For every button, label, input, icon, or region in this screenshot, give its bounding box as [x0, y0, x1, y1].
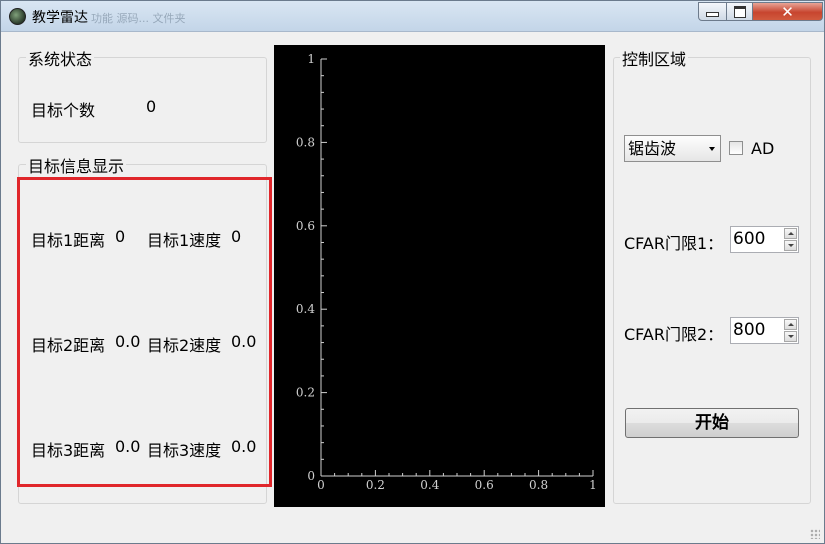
target2-speed-value: 0.0	[231, 332, 257, 351]
x-tick-label: 0	[317, 478, 325, 492]
y-tick-label: 0.6	[296, 219, 315, 233]
radar-plot[interactable]: 0 0.2 0.4 0.6 0.8 1 0 0.2 0.4 0.6 0.8 1	[274, 45, 605, 507]
target1-distance-value: 0	[115, 227, 126, 246]
close-icon: ✕	[781, 2, 794, 21]
y-tick-label: 0.8	[296, 135, 315, 149]
x-tick-label: 0.4	[420, 478, 439, 492]
start-button[interactable]: 开始	[625, 408, 799, 438]
cfar2-down-icon[interactable]	[784, 331, 797, 342]
maximize-icon	[733, 5, 746, 18]
target3-distance-value: 0.0	[115, 437, 141, 456]
x-tick-label: 1	[589, 478, 597, 492]
target3-distance-label: 目标3距离	[31, 441, 106, 460]
target2-distance-value: 0.0	[115, 332, 141, 351]
close-button[interactable]: ✕	[752, 2, 823, 21]
control-title: 控制区域	[620, 46, 689, 70]
waveform-select-value: 锯齿波	[628, 139, 677, 158]
main-window: 教学雷达 功能 源码... 文件夹 ✕ 系统状态 目标个数 0 目标信息显示 目…	[0, 0, 825, 544]
dropdown-arrow-icon	[709, 147, 715, 151]
cfar2-label: CFAR门限2：	[624, 325, 724, 344]
ad-checkbox-label: AD	[751, 139, 775, 158]
cfar1-up-icon[interactable]	[784, 228, 797, 239]
maximize-button[interactable]	[726, 2, 753, 21]
title-bar[interactable]: 教学雷达 功能 源码... 文件夹 ✕	[1, 1, 824, 32]
radar-app-icon	[9, 8, 26, 25]
window-title: 教学雷达	[32, 10, 88, 26]
target-count-value: 0	[146, 97, 157, 116]
ad-checkbox[interactable]	[729, 141, 743, 155]
target2-distance-label: 目标2距离	[31, 336, 106, 355]
target1-distance-label: 目标1距离	[31, 231, 106, 250]
target-count-label: 目标个数	[31, 101, 96, 120]
target3-speed-value: 0.0	[231, 437, 257, 456]
resize-grip-icon[interactable]	[810, 529, 820, 539]
x-tick-label: 0.6	[475, 478, 494, 492]
target1-speed-value: 0	[231, 227, 242, 246]
cfar2-spinbox[interactable]: 800	[730, 317, 799, 344]
waveform-select[interactable]: 锯齿波	[624, 135, 721, 162]
y-tick-label: 0.4	[296, 302, 315, 316]
system-status-title: 系统状态	[26, 46, 95, 70]
radar-plot-svg: 0 0.2 0.4 0.6 0.8 1 0 0.2 0.4 0.6 0.8 1	[296, 52, 597, 492]
background-window-text: 功能 源码... 文件夹	[91, 12, 186, 25]
cfar2-up-icon[interactable]	[784, 319, 797, 330]
cfar2-value: 800	[733, 320, 766, 340]
y-tick-label: 1	[307, 52, 315, 66]
cfar1-down-icon[interactable]	[784, 240, 797, 251]
target3-speed-label: 目标3速度	[147, 441, 222, 460]
minimize-icon	[706, 12, 719, 17]
cfar1-label: CFAR门限1：	[624, 234, 724, 253]
x-tick-label: 0.8	[529, 478, 548, 492]
cfar1-value: 600	[733, 229, 766, 249]
x-tick-label: 0.2	[366, 478, 385, 492]
y-tick-label: 0.2	[296, 386, 315, 400]
target-info-title: 目标信息显示	[26, 153, 127, 177]
y-tick-label: 0	[307, 469, 315, 483]
target2-speed-label: 目标2速度	[147, 336, 222, 355]
target1-speed-label: 目标1速度	[147, 231, 222, 250]
cfar1-spinbox[interactable]: 600	[730, 226, 799, 253]
minimize-button[interactable]	[698, 2, 727, 21]
